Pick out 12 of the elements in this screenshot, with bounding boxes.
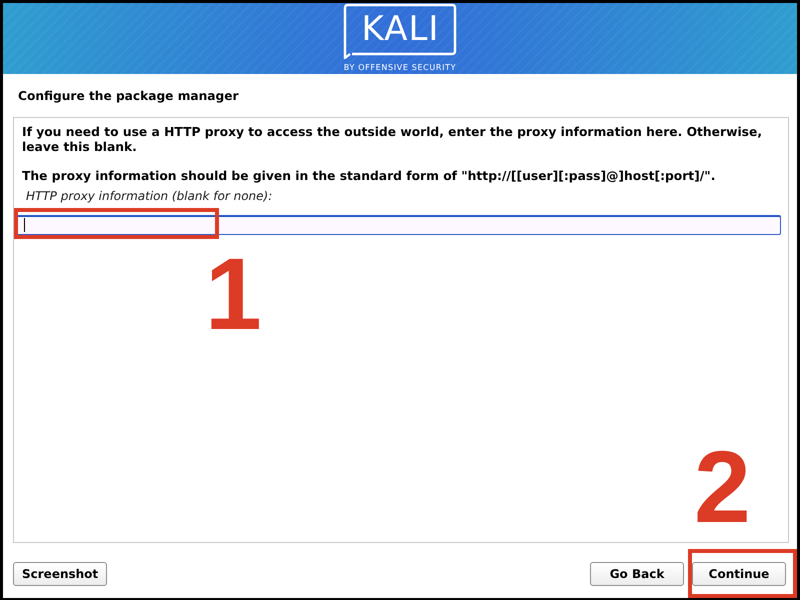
footer-button[interactable]: Continue	[692, 562, 786, 586]
page-title: Configure the package manager	[18, 88, 239, 104]
footer-button[interactable]: Screenshot	[13, 562, 108, 586]
logo-text: KALI	[360, 11, 440, 47]
step-number: 1	[205, 243, 262, 345]
instruction-text: The proxy information should be given in the standard form of "http://[[user][:pass]@]host[:port]/".	[22, 169, 716, 184]
step-number: 2	[694, 436, 751, 538]
input-field[interactable]	[16, 215, 781, 235]
instruction-text: If you need to use a HTTP proxy to access the outside world, enter the proxy information here. Otherwise, leave this blank.	[22, 125, 763, 155]
field-label: HTTP proxy information (blank for none):	[26, 189, 274, 204]
footer-button[interactable]: Go Back	[590, 562, 684, 586]
logo-tagline: BY OFFENSIVE SECURITY	[344, 63, 456, 73]
